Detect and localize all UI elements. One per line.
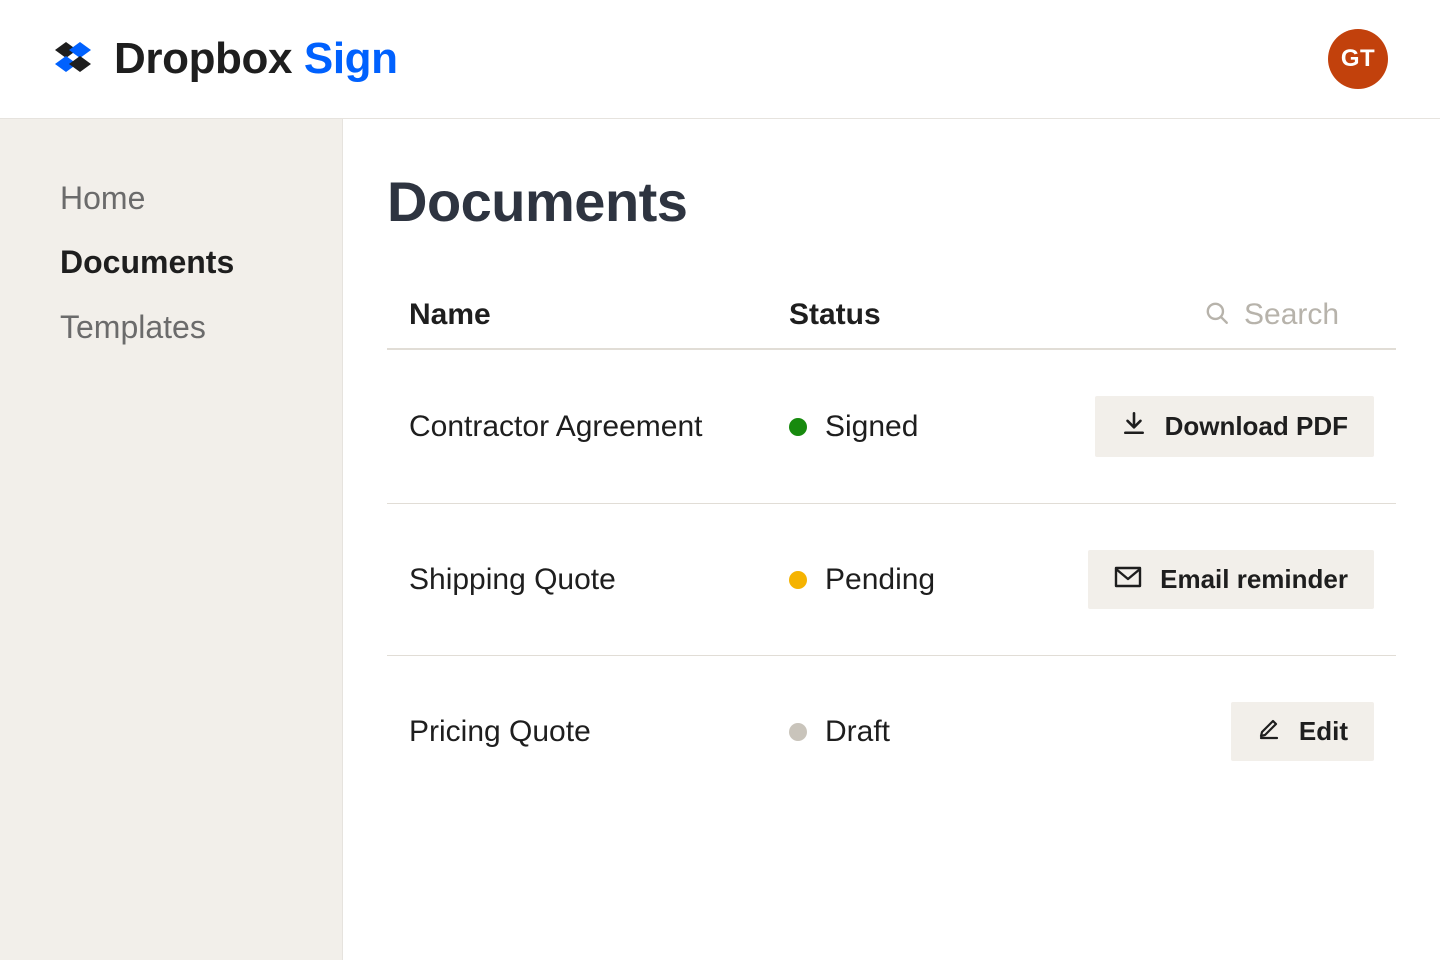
action-cell: Download PDF	[1054, 396, 1374, 457]
sidebar-item-templates[interactable]: Templates	[60, 308, 282, 346]
brand-secondary: Sign	[304, 34, 398, 83]
dropbox-sign-logo-icon	[52, 38, 94, 80]
action-cell: Email reminder	[1054, 550, 1374, 609]
status-dot-icon	[789, 571, 807, 589]
table-row: Contractor Agreement Signed	[387, 350, 1396, 504]
sidebar: Home Documents Templates	[0, 119, 343, 960]
column-status: Status	[789, 298, 1054, 332]
status-label: Pending	[825, 563, 935, 597]
avatar[interactable]: GT	[1328, 29, 1388, 89]
table-row: Shipping Quote Pending Email reminder	[387, 504, 1396, 656]
brand-logo[interactable]: Dropbox Sign	[52, 34, 398, 84]
action-label: Edit	[1299, 716, 1348, 747]
table-row: Pricing Quote Draft Edit	[387, 656, 1396, 807]
status-dot-icon	[789, 723, 807, 741]
sidebar-item-label: Documents	[60, 244, 234, 280]
document-name: Pricing Quote	[409, 715, 789, 749]
action-label: Download PDF	[1165, 411, 1348, 442]
pencil-icon	[1257, 716, 1281, 747]
search-wrap	[1054, 298, 1374, 332]
action-cell: Edit	[1054, 702, 1374, 761]
sidebar-item-label: Templates	[60, 309, 206, 345]
status-cell: Draft	[789, 715, 1054, 749]
search-icon	[1204, 300, 1230, 331]
download-pdf-button[interactable]: Download PDF	[1095, 396, 1374, 457]
column-name: Name	[409, 298, 789, 332]
download-icon	[1121, 410, 1147, 443]
document-name: Shipping Quote	[409, 563, 789, 597]
search-input[interactable]	[1244, 298, 1374, 332]
app-header: Dropbox Sign GT	[0, 0, 1440, 119]
status-label: Signed	[825, 410, 918, 444]
status-cell: Signed	[789, 410, 1054, 444]
status-label: Draft	[825, 715, 890, 749]
sidebar-item-label: Home	[60, 180, 145, 216]
brand-primary: Dropbox	[114, 34, 304, 83]
page-title: Documents	[387, 169, 1396, 234]
sidebar-item-home[interactable]: Home	[60, 179, 282, 217]
avatar-initials: GT	[1341, 45, 1375, 73]
action-label: Email reminder	[1160, 564, 1348, 595]
content-area: Home Documents Templates Documents Name …	[0, 119, 1440, 960]
table-header: Name Status	[387, 284, 1396, 350]
status-dot-icon	[789, 418, 807, 436]
main-panel: Documents Name Status Cont	[343, 119, 1440, 960]
edit-button[interactable]: Edit	[1231, 702, 1374, 761]
status-cell: Pending	[789, 563, 1054, 597]
brand-wordmark: Dropbox Sign	[114, 34, 398, 84]
email-reminder-button[interactable]: Email reminder	[1088, 550, 1374, 609]
documents-table: Name Status Contractor Agreement	[387, 284, 1396, 807]
mail-icon	[1114, 564, 1142, 595]
document-name: Contractor Agreement	[409, 410, 789, 444]
sidebar-item-documents[interactable]: Documents	[60, 243, 282, 281]
